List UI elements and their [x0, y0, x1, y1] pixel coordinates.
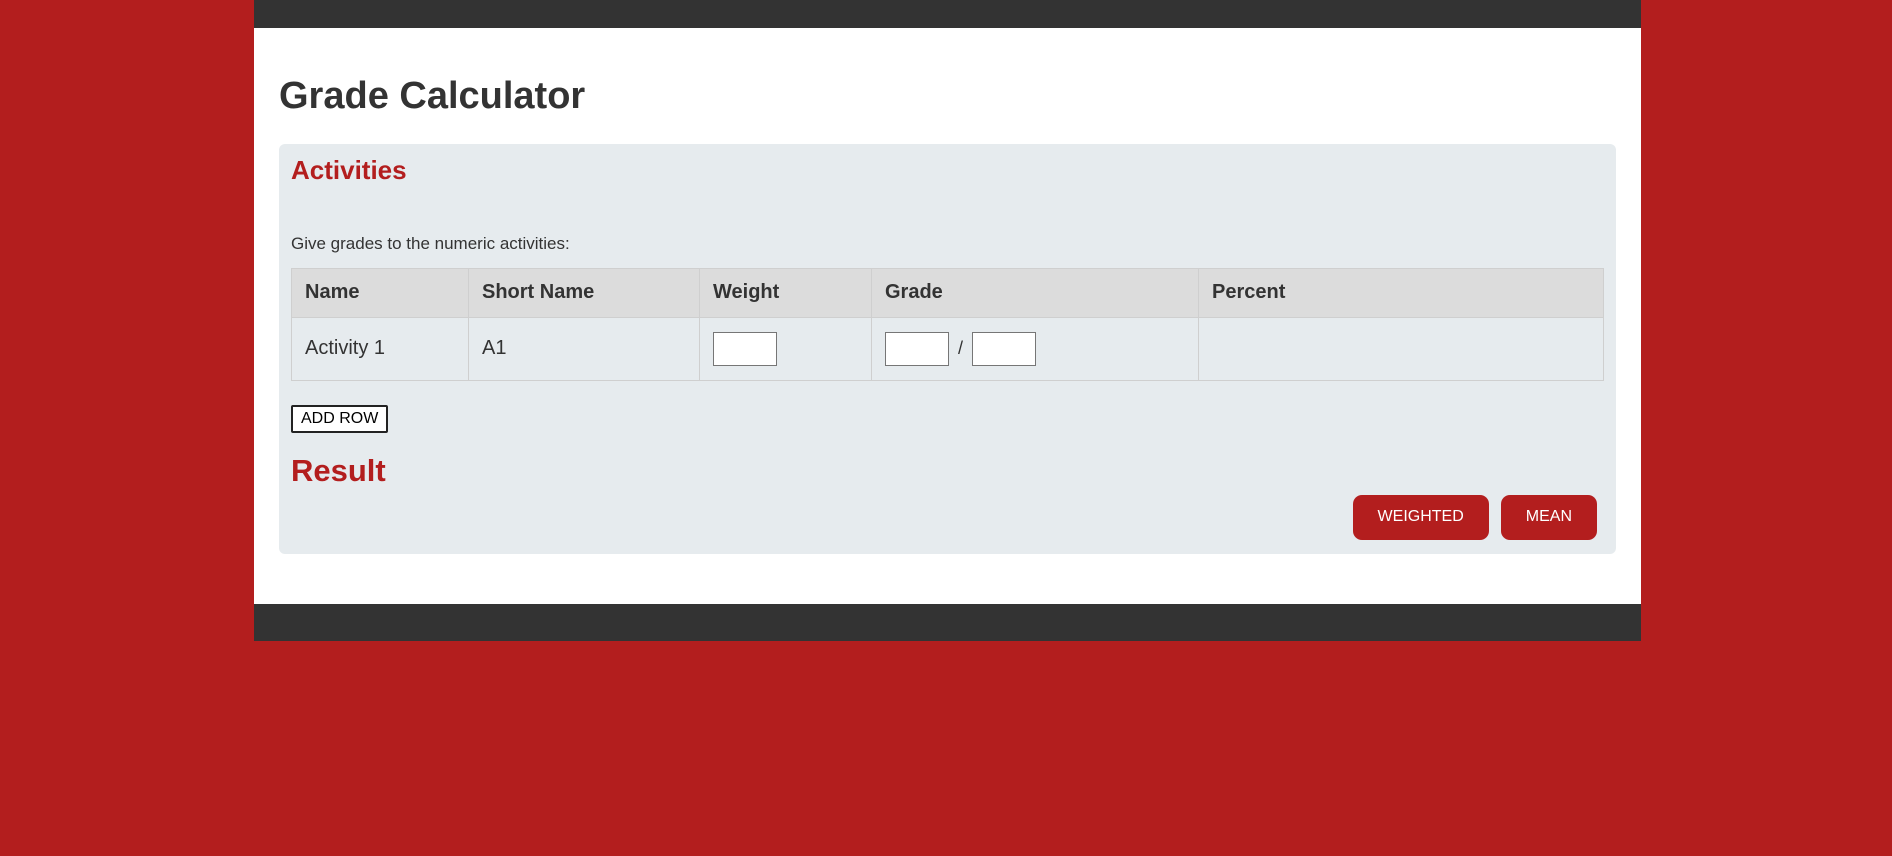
column-header-short-name: Short Name [468, 267, 700, 318]
bottom-bar [254, 603, 1641, 641]
grade-separator: / [958, 338, 964, 359]
activity-name-cell: Activity 1 [291, 316, 469, 381]
calculator-panel: Activities Give grades to the numeric ac… [279, 143, 1616, 554]
column-header-percent: Percent [1198, 267, 1604, 318]
activities-heading: Activities [291, 154, 407, 185]
grade-cell: / [871, 316, 1199, 381]
percent-cell [1198, 316, 1604, 381]
page-title: Grade Calculator [279, 75, 586, 117]
table-row: Activity 1 A1 / [291, 316, 1604, 381]
activity-short-name-cell: A1 [468, 316, 700, 381]
top-bar [254, 0, 1641, 28]
result-heading: Result [291, 452, 386, 488]
page-container: Grade Calculator Activities Give grades … [254, 0, 1641, 641]
main-content: Grade Calculator Activities Give grades … [254, 28, 1641, 604]
column-header-grade: Grade [871, 267, 1199, 318]
weighted-button[interactable]: WEIGHTED [1352, 494, 1489, 540]
grade-earned-input[interactable] [885, 331, 949, 366]
mean-button[interactable]: MEAN [1500, 494, 1597, 540]
add-row-button[interactable]: ADD ROW [291, 404, 389, 433]
table-header-row: Name Short Name Weight Grade Percent [291, 267, 1604, 318]
weight-cell [699, 316, 872, 381]
column-header-name: Name [291, 267, 469, 318]
activities-table: Name Short Name Weight Grade Percent Act… [291, 267, 1604, 381]
weight-input[interactable] [713, 331, 777, 366]
grade-possible-input[interactable] [972, 331, 1037, 366]
column-header-weight: Weight [699, 267, 872, 318]
activities-instructions: Give grades to the numeric activities: [291, 233, 570, 253]
result-actions: WEIGHTED MEAN [291, 494, 1604, 540]
